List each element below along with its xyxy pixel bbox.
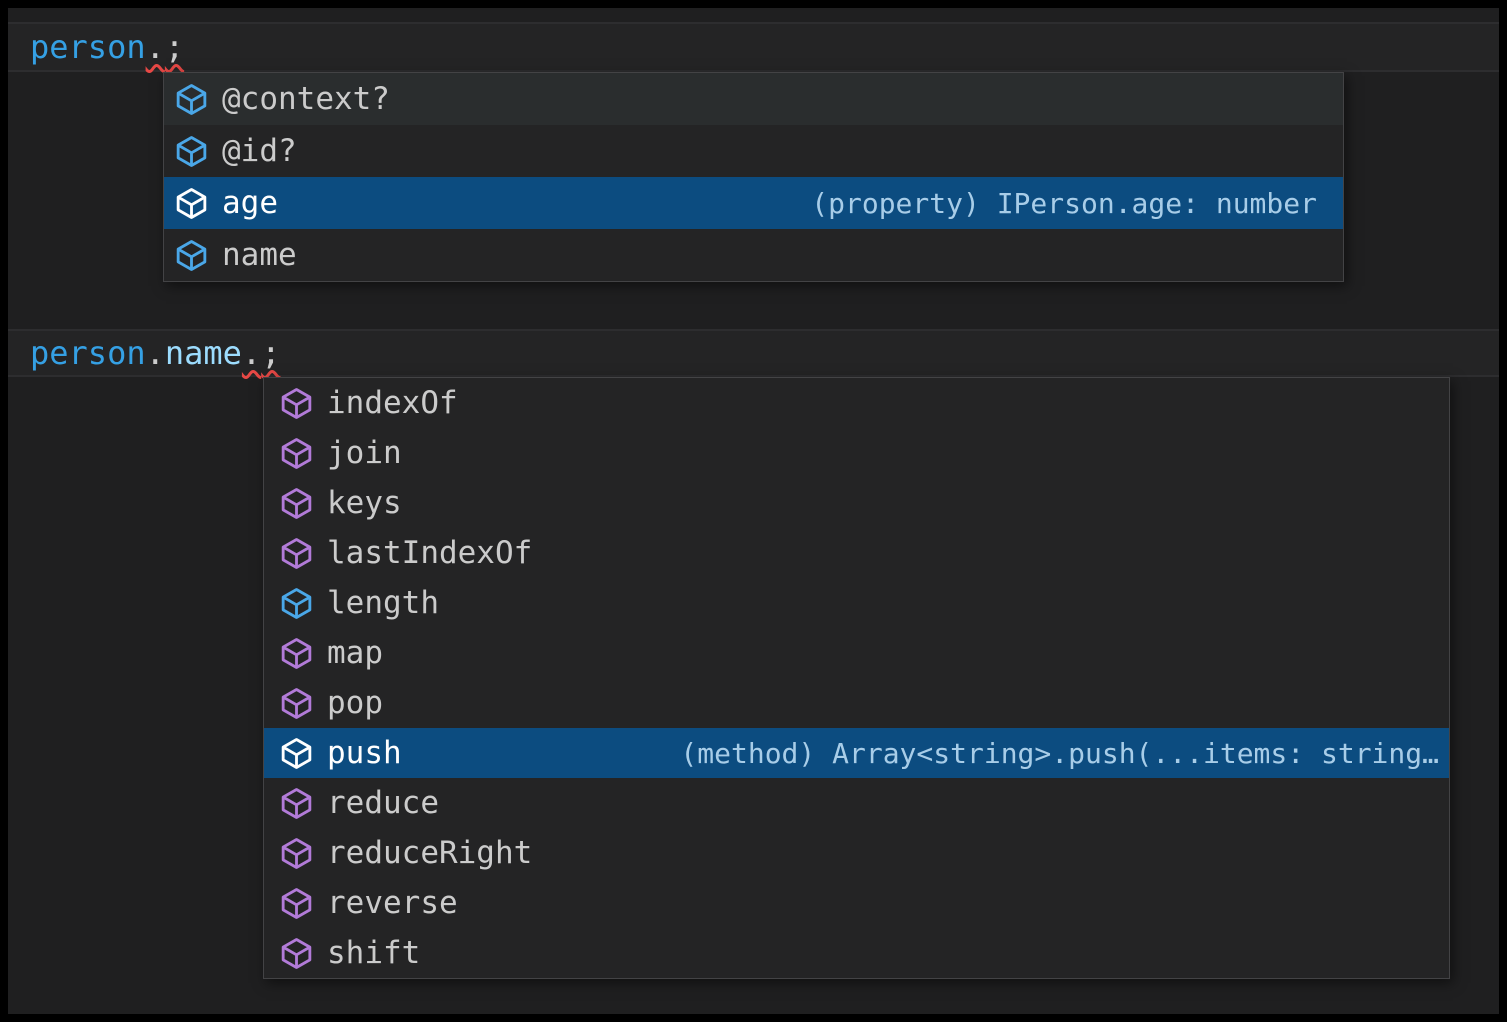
suggestion-item[interactable]: @id? xyxy=(164,125,1343,177)
code-token: person xyxy=(30,331,146,375)
symbol-method-icon xyxy=(279,786,314,821)
symbol-method-icon xyxy=(279,686,314,721)
suggestion-label: reduceRight xyxy=(327,835,532,871)
suggestion-item[interactable]: keys xyxy=(264,478,1449,528)
code-line-2[interactable]: person.name.; xyxy=(8,329,1499,377)
suggestion-label: lastIndexOf xyxy=(327,535,532,571)
suggestion-label: keys xyxy=(327,485,402,521)
code-token: . xyxy=(146,331,165,375)
suggestion-label: name xyxy=(222,237,297,273)
symbol-method-icon xyxy=(279,486,314,521)
suggestion-item[interactable]: @context? xyxy=(164,73,1343,125)
code-token: name xyxy=(165,331,242,375)
suggestion-label: age xyxy=(222,185,278,221)
suggestion-label: join xyxy=(327,435,402,471)
symbol-field-icon xyxy=(279,586,314,621)
suggestion-detail: (property) IPerson.age: number xyxy=(781,187,1317,220)
symbol-method-icon xyxy=(279,736,314,771)
symbol-method-icon xyxy=(279,536,314,571)
symbol-field-icon xyxy=(174,186,209,221)
symbol-field-icon xyxy=(174,134,209,169)
symbol-method-icon xyxy=(279,886,314,921)
suggest-widget-1: @context? @id? age (property) IPerson.age: … xyxy=(163,72,1344,282)
suggestion-item[interactable]: age (property) IPerson.age: number xyxy=(164,177,1343,229)
suggestion-label: reverse xyxy=(327,885,458,921)
suggestion-item[interactable]: lastIndexOf xyxy=(264,528,1449,578)
symbol-method-icon xyxy=(279,386,314,421)
suggestion-detail: (method) Array<string>.push(...items: st… xyxy=(650,737,1439,770)
symbol-method-icon xyxy=(279,836,314,871)
suggestion-label: shift xyxy=(327,935,420,971)
code-token: person xyxy=(30,24,146,70)
code-line-1[interactable]: person.; xyxy=(8,22,1499,72)
suggestion-item[interactable]: length xyxy=(264,578,1449,628)
suggestion-item[interactable]: reduce xyxy=(264,778,1449,828)
suggestion-item[interactable]: name xyxy=(164,229,1343,281)
symbol-method-icon xyxy=(279,936,314,971)
suggestion-label: reduce xyxy=(327,785,439,821)
suggestion-item[interactable]: shift xyxy=(264,928,1449,978)
symbol-field-icon xyxy=(174,82,209,117)
screenshot-frame: person.; @context? @id? age (property) IPer… xyxy=(0,0,1507,1022)
suggestion-item[interactable]: reduceRight xyxy=(264,828,1449,878)
symbol-field-icon xyxy=(174,238,209,273)
suggestion-label: map xyxy=(327,635,383,671)
suggestion-label: @id? xyxy=(222,133,297,169)
code-token-error: . xyxy=(242,331,261,375)
suggestion-item[interactable]: pop xyxy=(264,678,1449,728)
suggestion-item[interactable]: indexOf xyxy=(264,378,1449,428)
suggestion-item[interactable]: reverse xyxy=(264,878,1449,928)
code-editor[interactable]: person.; @context? @id? age (property) IPer… xyxy=(8,8,1499,1014)
suggestion-item[interactable]: map xyxy=(264,628,1449,678)
suggestion-label: length xyxy=(327,585,439,621)
symbol-method-icon xyxy=(279,436,314,471)
suggest-widget-2: indexOf join keys lastIndexOf length map pop pu… xyxy=(263,377,1450,979)
suggestion-label: @context? xyxy=(222,81,390,117)
suggestion-item[interactable]: join xyxy=(264,428,1449,478)
suggestion-label: indexOf xyxy=(327,385,458,421)
suggestion-label: push xyxy=(327,735,402,771)
symbol-method-icon xyxy=(279,636,314,671)
code-token-error: ; xyxy=(261,331,280,375)
suggestion-label: pop xyxy=(327,685,383,721)
code-token-error: . xyxy=(146,24,165,70)
code-token-error: ; xyxy=(165,24,184,70)
suggestion-item[interactable]: push (method) Array<string>.push(...items… xyxy=(264,728,1449,778)
